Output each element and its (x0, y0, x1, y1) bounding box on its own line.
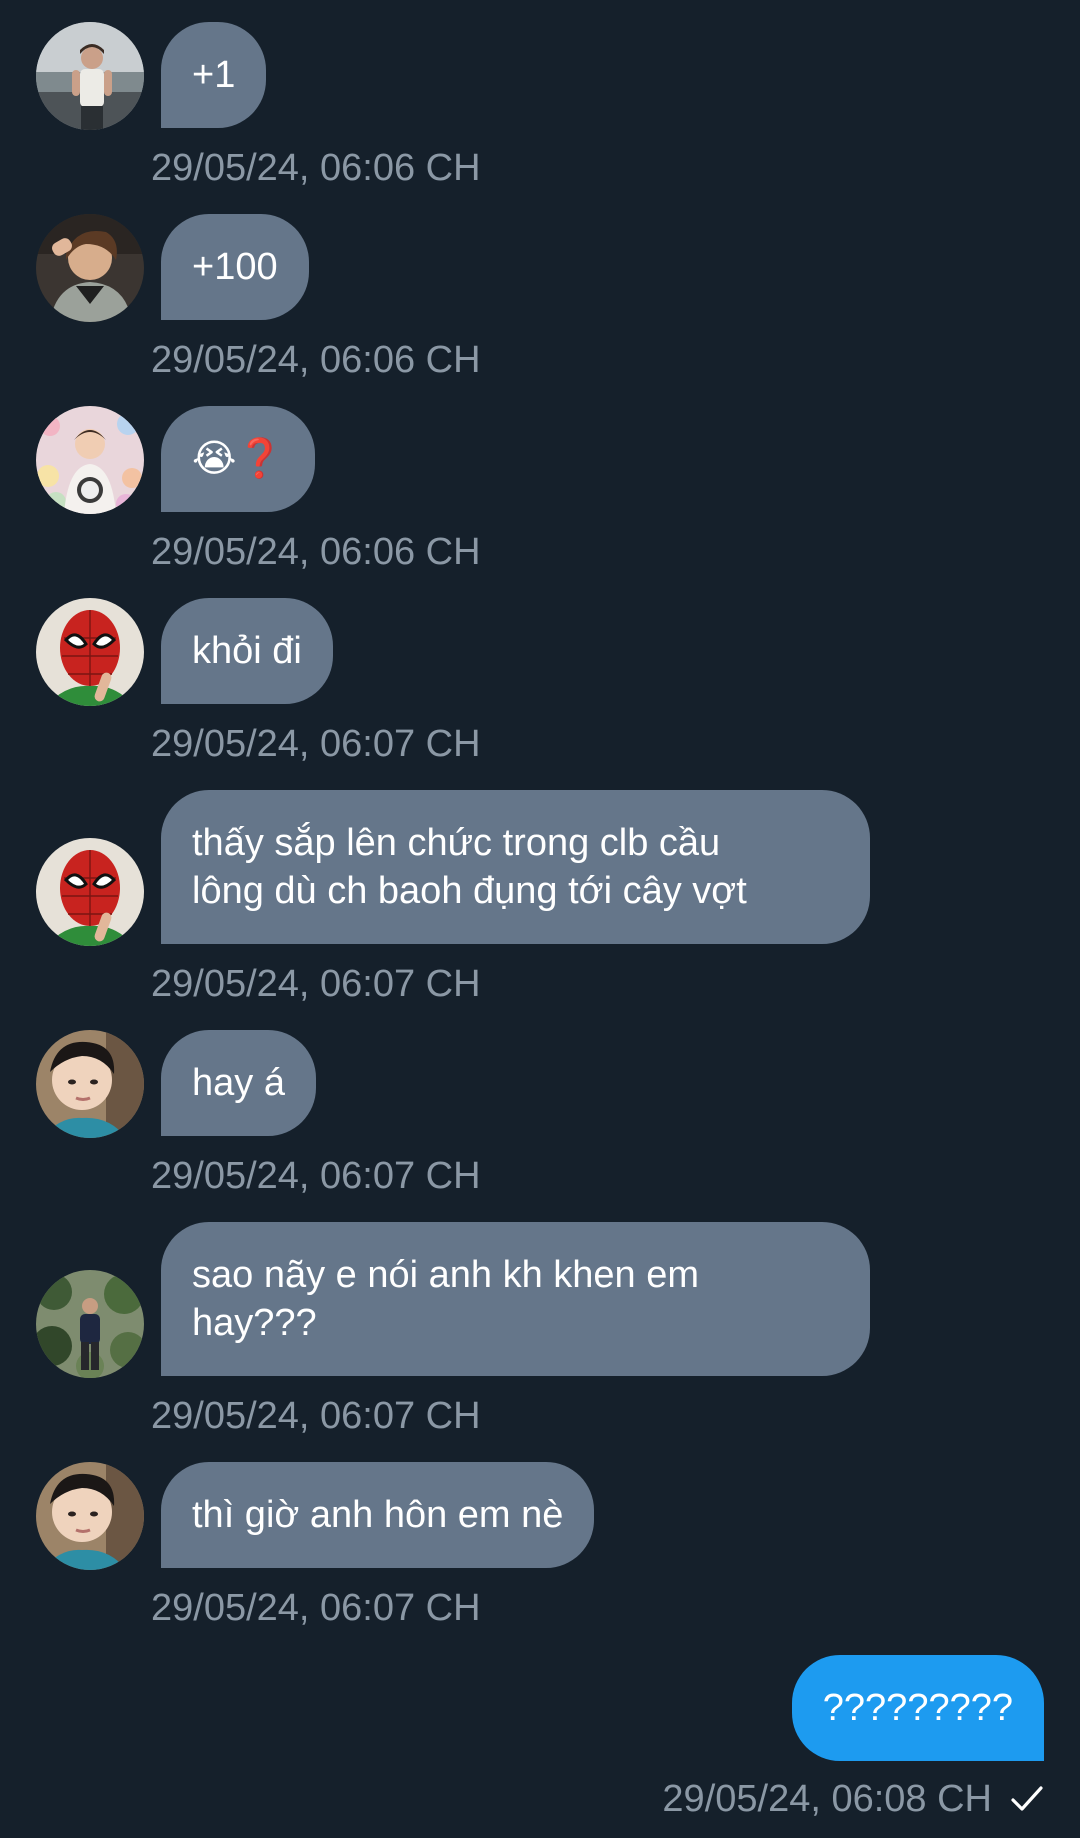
avatar[interactable] (36, 1462, 144, 1570)
avatar[interactable] (36, 1030, 144, 1138)
avatar[interactable] (36, 838, 144, 946)
spiderman-mask-avatar (36, 838, 144, 946)
message-timestamp: 29/05/24, 06:06 CH (151, 531, 481, 573)
own-message-timestamp: 29/05/24, 06:08 CH (662, 1778, 992, 1820)
person-portrait-avatar (36, 1462, 144, 1570)
message-bubble[interactable]: khỏi đi (161, 598, 333, 704)
message-bubble[interactable]: 😭❓ (161, 406, 315, 512)
message-bubble[interactable]: hay á (161, 1030, 316, 1136)
avatar[interactable] (36, 598, 144, 706)
message-bubble[interactable]: sao nãy e nói anh kh khen em hay??? (161, 1222, 870, 1376)
person-portrait-avatar (36, 1030, 144, 1138)
message-bubble[interactable]: thì giờ anh hôn em nè (161, 1462, 595, 1568)
message-bubble[interactable]: thấy sắp lên chức trong clb cầu lông dù … (161, 790, 870, 944)
message-timestamp: 29/05/24, 06:07 CH (151, 1587, 481, 1629)
chat-thread[interactable]: +1 29/05/24, 06:06 CH +100 29/05/24, 06:… (0, 0, 1080, 1838)
message-timestamp: 29/05/24, 06:07 CH (151, 1395, 481, 1437)
message-timestamp: 29/05/24, 06:07 CH (151, 723, 481, 765)
person-selfie-avatar (36, 214, 144, 322)
message-bubble[interactable]: +1 (161, 22, 267, 128)
own-message-meta: 29/05/24, 06:08 CH (662, 1777, 1044, 1821)
person-plants-avatar (36, 1270, 144, 1378)
avatar[interactable] (36, 22, 144, 130)
spiderman-mask-avatar (36, 598, 144, 706)
person-lakeside-avatar (36, 22, 144, 130)
avatar[interactable] (36, 406, 144, 514)
own-message-bubble[interactable]: ????????? (791, 1655, 1044, 1761)
message-timestamp: 29/05/24, 06:06 CH (151, 339, 481, 381)
message-timestamp: 29/05/24, 06:07 CH (151, 1155, 481, 1197)
avatar[interactable] (36, 214, 144, 322)
person-plushies-avatar (36, 406, 144, 514)
message-timestamp: 29/05/24, 06:06 CH (151, 147, 481, 189)
avatar[interactable] (36, 1270, 144, 1378)
check-icon (1010, 1782, 1044, 1816)
message-timestamp: 29/05/24, 06:07 CH (151, 963, 481, 1005)
message-bubble[interactable]: +100 (161, 214, 309, 320)
